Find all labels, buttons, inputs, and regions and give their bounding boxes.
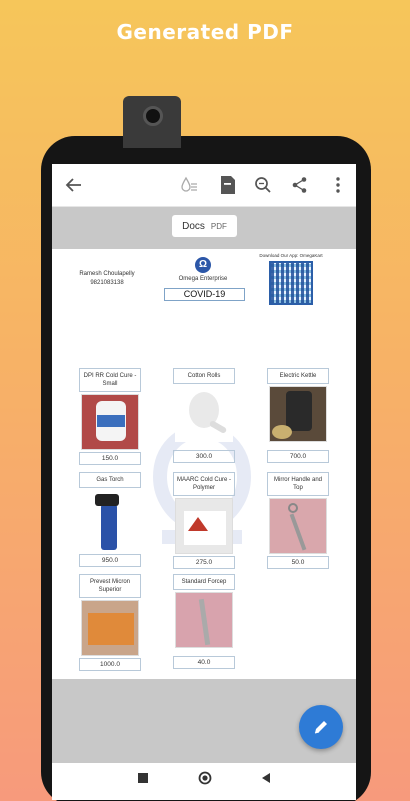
pdf-tab[interactable]: PDF [211, 222, 227, 231]
product-price: 700.0 [267, 450, 329, 463]
pencil-icon [314, 721, 327, 734]
product-card: Cotton Rolls 300.0 [173, 368, 235, 463]
product-name: Gas Torch [79, 472, 141, 488]
product-name: Electric Kettle [267, 368, 329, 384]
home-circle-icon[interactable] [198, 771, 212, 785]
docs-tab[interactable]: Docs [182, 221, 205, 232]
qr-code-icon [269, 261, 313, 305]
product-image [81, 394, 139, 450]
seller-phone: 9821083138 [90, 280, 124, 286]
headline: Generated PDF [116, 20, 294, 44]
product-name: DPI RR Cold Cure - Small [79, 368, 141, 392]
product-name: Standard Forcep [173, 574, 235, 590]
product-price: 150.0 [79, 452, 141, 465]
product-name: MAARC Cold Cure - Polymer [173, 472, 235, 496]
product-image [81, 490, 139, 552]
product-image [269, 498, 327, 554]
product-price: 1000.0 [79, 658, 141, 671]
share-icon[interactable] [288, 173, 312, 197]
product-price: 40.0 [173, 656, 235, 669]
recents-square-icon[interactable] [136, 771, 150, 785]
enterprise-block: Ω Omega Enterprise [172, 257, 234, 282]
camera-lens [143, 106, 163, 126]
zoom-icon[interactable] [251, 173, 275, 197]
product-image [175, 386, 233, 442]
product-name: Prevest Micron Superior [79, 574, 141, 598]
seller-name: Ramesh Choulapelly [79, 271, 135, 277]
edit-fab-button[interactable] [299, 705, 343, 749]
document-title: COVID-19 [164, 288, 245, 301]
product-card: DPI RR Cold Cure - Small 150.0 [79, 368, 141, 465]
product-card: Prevest Micron Superior 1000.0 [79, 574, 141, 671]
product-image [81, 600, 139, 656]
product-price: 300.0 [173, 450, 235, 463]
docs-pdf-toggle[interactable]: Docs PDF [172, 215, 237, 237]
download-text: Download Our App: OmegaKart [259, 253, 323, 258]
enterprise-name: Omega Enterprise [178, 276, 228, 282]
app-bar [52, 164, 356, 207]
product-name: Cotton Rolls [173, 368, 235, 384]
more-vert-icon[interactable] [326, 173, 350, 197]
product-name: Mirror Handle and Top [267, 472, 329, 496]
pdf-page: Ramesh Choulapelly 9821083138 Ω Omega En… [52, 249, 356, 679]
download-block: Download Our App: OmegaKart [257, 253, 325, 305]
product-image [175, 498, 233, 554]
app-screen: Docs PDF Ramesh Choulapelly 9821083138 Ω… [52, 164, 356, 800]
product-image [175, 592, 233, 648]
product-price: 50.0 [267, 556, 329, 569]
product-price: 950.0 [79, 554, 141, 567]
seller-info: Ramesh Choulapelly 9821083138 [72, 270, 142, 288]
product-image [269, 386, 327, 442]
omega-logo-icon: Ω [195, 257, 211, 273]
product-card: Gas Torch 950.0 [79, 472, 141, 567]
product-card: Mirror Handle and Top 50.0 [267, 472, 329, 569]
product-card: MAARC Cold Cure - Polymer 275.0 [173, 472, 235, 569]
arrow-left-icon[interactable] [62, 173, 86, 197]
document-icon[interactable] [216, 173, 240, 197]
water-drop-icon[interactable] [177, 173, 201, 197]
product-price: 275.0 [173, 556, 235, 569]
document-viewer: Docs PDF Ramesh Choulapelly 9821083138 Ω… [52, 207, 356, 763]
back-triangle-icon[interactable] [259, 771, 273, 785]
product-card: Electric Kettle 700.0 [267, 368, 329, 463]
product-card: Standard Forcep 40.0 [173, 574, 235, 669]
